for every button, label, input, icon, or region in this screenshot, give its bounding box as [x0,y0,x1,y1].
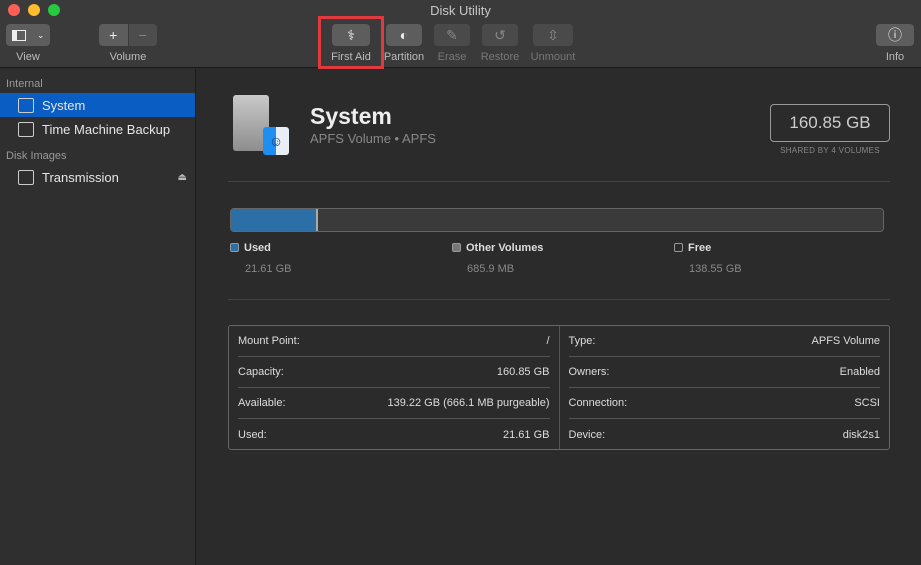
detail-key: Available: [238,397,286,409]
unmount-button[interactable]: ⇳ Unmount [529,24,577,63]
volume-icon [18,121,34,137]
finder-icon: ☺ [263,127,289,155]
details-right: Type: APFS Volume Owners: Enabled Connection… [558,326,890,450]
divider [228,299,890,300]
volume-detail: ☺ System APFS Volume • APFS 160.85 GB SH… [197,69,921,565]
detail-key: Mount Point: [238,335,300,347]
detail-key: Capacity: [238,366,284,378]
free-swatch [674,243,683,252]
usage-bar [230,208,884,232]
volume-buttons: + − Volume [99,24,157,63]
restore-icon: ↺ [494,26,506,43]
legend-other-volumes: Other Volumes 685.9 MB [452,242,543,275]
detail-key: Type: [568,335,596,347]
detail-value: APFS Volume [811,335,880,347]
partition-button[interactable]: ◐ Partition [382,24,426,63]
window-title: Disk Utility [430,3,491,18]
section-disk-images: Disk Images [6,150,67,162]
details-left: Mount Point: / Capacity: 160.85 GB Available… [229,326,559,449]
detail-value: disk2s1 [842,428,880,441]
volume-subtitle: APFS Volume • APFS [310,131,436,146]
eject-icon[interactable]: ⏏ [178,172,187,183]
used-swatch [230,243,239,252]
detail-value: 139.22 GB (666.1 MB purgeable) [387,397,550,409]
detail-row: Connection: SCSI [568,388,880,419]
detail-value: Enabled [839,366,880,378]
sidebar-item-time-machine-backup[interactable]: Time Machine Backup [0,117,195,141]
capacity-box: 160.85 GB [770,104,890,142]
toolbar: Disk Utility ⌄ View + − Volume ⚕ First A… [0,0,921,69]
erase-button[interactable]: ✎ Erase [432,24,472,63]
volume-name: System [310,103,392,129]
partition-icon: ◐ [399,27,409,43]
detail-key: Connection: [568,397,628,409]
legend-free: Free 138.55 GB [674,242,742,275]
detail-value: 21.61 GB [503,428,550,441]
legend-used: Used 21.61 GB [230,242,291,275]
detail-row: Capacity: 160.85 GB [238,357,550,388]
restore-button[interactable]: ↺ Restore [480,24,520,63]
detail-row: Used: 21.61 GB [238,419,550,450]
unmount-icon: ⇳ [547,26,559,43]
detail-value: / [546,335,550,347]
remove-volume-button[interactable]: − [128,24,157,46]
sidebar-item-system[interactable]: System [0,93,195,117]
detail-key: Device: [568,428,606,441]
detail-row: Type: APFS Volume [568,326,880,357]
erase-icon: ✎ [446,26,458,43]
other-swatch [452,243,461,252]
highlight-box [318,16,384,69]
info-icon: ⓘ [888,27,902,43]
sidebar-item-transmission[interactable]: Transmission ⏏ [0,165,195,189]
chevron-down-icon: ⌄ [36,29,45,40]
usage-bar-used [231,209,319,231]
sidebar: Internal System Time Machine Backup Disk… [0,69,196,565]
detail-row: Owners: Enabled [568,357,880,388]
shared-label: SHARED BY 4 VOLUMES [780,146,880,155]
info-button[interactable]: ⓘ Info [876,24,914,63]
add-volume-button[interactable]: + [99,24,128,46]
view-button[interactable]: ⌄ View [6,24,50,63]
volume-icon [18,97,34,113]
detail-row: Available: 139.22 GB (666.1 MB purgeable) [238,388,550,419]
divider [228,181,890,182]
section-internal: Internal [6,78,43,90]
detail-value: 160.85 GB [496,366,550,378]
detail-key: Owners: [568,366,610,378]
detail-row: Device: disk2s1 [569,419,881,450]
detail-value: SCSI [854,397,880,409]
detail-key: Used: [238,428,267,441]
detail-row: Mount Point: / [238,326,550,357]
disk-image-icon [18,169,34,185]
details-table: Mount Point: / Capacity: 160.85 GB Available… [228,325,890,450]
sidebar-icon [11,29,26,41]
